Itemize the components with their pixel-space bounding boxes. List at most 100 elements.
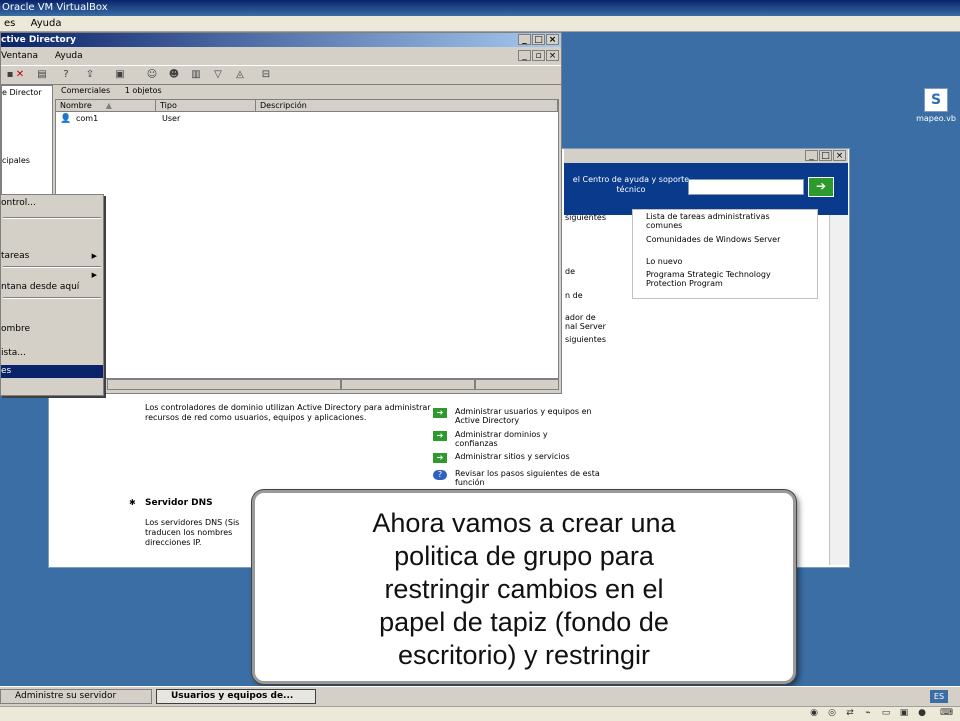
text-fragment: siguientes	[565, 213, 606, 222]
manage-server-title-bar[interactable]: _ □ ×	[564, 149, 848, 163]
task-manage-domains[interactable]: ➔ Administrar dominios y confianzas	[433, 430, 585, 448]
help-link-stpp[interactable]: Programa Strategic Technology Protection…	[646, 270, 806, 288]
maximize-icon[interactable]: □	[819, 150, 832, 161]
usb-icon[interactable]: ⌁	[862, 708, 874, 719]
tutorial-caption: Ahora vamos a crear una politica de grup…	[252, 490, 796, 684]
tree-item-principales[interactable]: cipales	[2, 156, 30, 166]
display-icon[interactable]: ▣	[898, 708, 910, 719]
filter-icon[interactable]: ▽	[211, 68, 225, 81]
table-row[interactable]: 👤 com1 User	[60, 114, 360, 125]
menu-separator	[3, 217, 101, 219]
task-manage-sites-link[interactable]: Administrar sitios y servicios	[455, 452, 570, 461]
context-menu: ontrol... tareas ▶ ▶ ntana desde aquí omb…	[0, 194, 104, 396]
menu-item-control[interactable]: ontrol...	[1, 197, 103, 210]
maximize-icon[interactable]: □	[532, 34, 545, 45]
export-icon[interactable]: ⇪	[83, 68, 97, 81]
caption-text: Ahora vamos a crear una politica de grup…	[372, 508, 676, 670]
manage-server-scrollbar[interactable]	[829, 215, 848, 565]
arrow-right-icon: ➔	[433, 453, 447, 463]
help-link-communities[interactable]: Comunidades de Windows Server	[646, 235, 786, 244]
restore-icon[interactable]: ▫	[532, 50, 545, 61]
dns-description: Los servidores DNS (Sis traducen los nom…	[145, 518, 240, 547]
menu-ayuda[interactable]: Ayuda	[55, 51, 83, 61]
vbox-menu-bar: es Ayuda	[0, 16, 960, 32]
help-search-input[interactable]	[688, 179, 804, 195]
column-header-descripcion[interactable]: Descripción	[256, 100, 558, 112]
taskbar-button-users-computers-label: Usuarios y equipos de...	[171, 691, 294, 701]
help-center-label: el Centro de ayuda y soporte técnico	[572, 175, 690, 194]
menu-item-blank[interactable]	[1, 236, 103, 249]
help-banner: el Centro de ayuda y soporte técnico ➔	[564, 163, 848, 215]
menu-item-tareas-label: tareas	[1, 251, 30, 261]
menu-separator	[3, 297, 101, 299]
close-icon[interactable]: ×	[833, 150, 846, 161]
desktop-shortcut[interactable]: S mapeo.vb	[912, 88, 960, 123]
folder-icon[interactable]: ▭	[880, 708, 892, 719]
column-header-nombre[interactable]: Nombre ▲	[56, 100, 156, 112]
column-header-tipo[interactable]: Tipo	[156, 100, 256, 112]
row-name: com1	[76, 114, 99, 123]
network-icon[interactable]: ⇄	[844, 708, 856, 719]
taskbar-button-manage-server[interactable]: Administre su servidor	[0, 689, 152, 704]
menu-ventana[interactable]: Ventana	[1, 51, 38, 61]
menu-item-tareas[interactable]: tareas ▶	[1, 250, 103, 263]
menu-item-control-label: ontrol...	[1, 198, 36, 208]
taskbar-button-users-computers[interactable]: Usuarios y equipos de...	[156, 689, 316, 704]
submenu-arrow-icon: ▶	[91, 252, 97, 260]
minimize-icon[interactable]: _	[518, 34, 531, 45]
ad-window-title: ctive Directory	[1, 35, 77, 45]
ad-content-header: Comerciales 1 objetos	[55, 85, 561, 97]
new-user-icon[interactable]: ☺	[145, 68, 159, 81]
help-icon: ?	[433, 470, 447, 480]
delete-icon[interactable]: ✕	[13, 68, 27, 81]
minimize-icon[interactable]: _	[518, 50, 531, 61]
keyboard-icon[interactable]: ⌨	[940, 708, 953, 719]
vbox-title-bar: Oracle VM VirtualBox	[0, 0, 960, 16]
minimize-icon[interactable]: _	[805, 150, 818, 161]
container-name: Comerciales	[61, 86, 111, 95]
close-icon[interactable]: ×	[546, 50, 559, 61]
menu-item-export-list-label: ista...	[1, 348, 26, 358]
help-icon[interactable]: ?	[59, 68, 73, 81]
menu-item-new-window-label: ntana desde aquí	[1, 282, 80, 292]
column-nombre-label: Nombre	[60, 101, 92, 110]
script-file-icon: S	[924, 88, 948, 112]
properties-icon[interactable]: ▤	[35, 68, 49, 81]
menu-item-new-window[interactable]: ntana desde aquí	[1, 281, 103, 294]
task-review-steps-link[interactable]: Revisar los pasos siguientes de esta fun…	[455, 469, 600, 487]
task-manage-domains-link[interactable]: Administrar dominios y confianzas	[455, 430, 548, 448]
tree-item-active-directory[interactable]: e Director	[2, 88, 42, 98]
menu-item-export-list[interactable]: ista...	[1, 347, 103, 360]
console-icon[interactable]: ▣	[113, 68, 127, 81]
close-icon[interactable]: ×	[546, 34, 559, 45]
text-fragment: nal Server	[565, 322, 606, 331]
object-count: 1 objetos	[124, 86, 162, 95]
cd-icon[interactable]: ◎	[826, 708, 838, 719]
ad-object-list[interactable]: Nombre ▲ Tipo Descripción 👤 com1 User	[55, 99, 559, 379]
vbox-menu-help[interactable]: Ayuda	[31, 18, 62, 29]
vbox-menu-item[interactable]: es	[4, 18, 15, 29]
arrow-right-icon: ➔	[815, 179, 827, 193]
menu-item-rename[interactable]: ombre	[1, 323, 103, 336]
task-manage-users[interactable]: ➔ Administrar usuarios y equipos en Activ…	[433, 407, 595, 425]
text-fragment: siguientes	[565, 335, 606, 344]
task-manage-users-link[interactable]: Administrar usuarios y equipos en Active…	[455, 407, 592, 425]
menu-item-properties[interactable]: es	[1, 365, 103, 378]
status-cell	[475, 379, 559, 390]
task-manage-sites[interactable]: ➔ Administrar sitios y servicios	[433, 452, 605, 463]
new-ou-icon[interactable]: ▥	[189, 68, 203, 81]
sort-ascending-icon: ▲	[105, 101, 112, 110]
task-review-steps[interactable]: ? Revisar los pasos siguientes de esta fu…	[433, 469, 605, 487]
status-cell	[341, 379, 475, 390]
disk-icon[interactable]: ◉	[808, 708, 820, 719]
record-icon[interactable]: ●	[916, 708, 928, 719]
add-to-group-icon[interactable]: ⊟	[259, 68, 273, 81]
help-link-admin-tasks[interactable]: Lista de tareas administrativas comunes	[646, 212, 806, 230]
new-group-icon[interactable]: ☻	[167, 68, 181, 81]
search-go-button[interactable]: ➔	[808, 177, 834, 197]
ad-title-bar[interactable]: ctive Directory _ □ ×	[1, 33, 561, 47]
ad-menu-bar: Ventana Ayuda _ ▫ ×	[1, 49, 561, 63]
find-icon[interactable]: ◬	[233, 68, 247, 81]
help-link-whats-new[interactable]: Lo nuevo	[646, 257, 806, 266]
language-indicator[interactable]: ES	[930, 690, 948, 703]
